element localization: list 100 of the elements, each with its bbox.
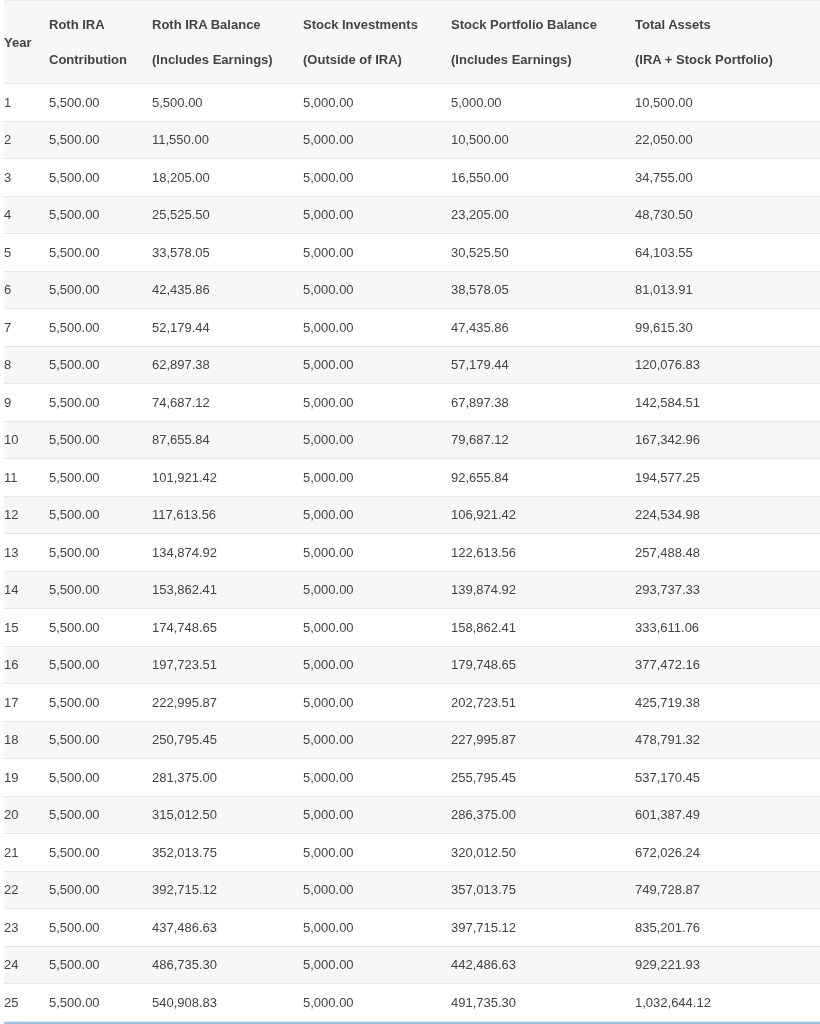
table-cell-text: 5,000.00 <box>303 694 355 710</box>
table-cell-text: 139,874.92 <box>451 582 518 598</box>
table-cell-text: 333,611.06 <box>635 619 701 635</box>
table-cell-text: 1 <box>4 94 13 110</box>
table-cell-text: 5,000.00 <box>303 619 355 635</box>
table-cell-text: 5,000.00 <box>303 919 355 935</box>
table-cell-text: 5,000.00 <box>303 507 355 523</box>
table-cell-text: 352,013.75 <box>152 844 219 860</box>
table-cell-text: 491,735.30 <box>451 994 518 1010</box>
table-cell-text: 5,500.00 <box>49 394 101 410</box>
table-cell-text: 5,500.00 <box>49 694 101 710</box>
table-cell-text: 25,525.50 <box>152 207 211 223</box>
table-cell-text: 18,205.00 <box>152 169 211 185</box>
table-cell-text: 10,500.00 <box>635 94 694 110</box>
table-cell-text: 286,375.00 <box>451 807 518 823</box>
table-cell-text: 5,500.00 <box>49 432 101 448</box>
table-cell-text: 57,179.44 <box>451 357 510 373</box>
table-cell-text: 5,000.00 <box>303 544 355 560</box>
table-cell-text: 486,735.30 <box>152 957 219 973</box>
table-cell-text: 250,795.45 <box>152 732 219 748</box>
table-cell-text: 62,897.38 <box>152 357 211 373</box>
table-cell-text: 122,613.56 <box>451 544 518 560</box>
table-cell-text: 87,655.84 <box>152 432 211 448</box>
table-cell-text: 5,500.00 <box>49 769 101 785</box>
table-cell-text: 21 <box>4 844 20 860</box>
table-cell-text: 25 <box>4 994 20 1010</box>
column-header: Roth IRA Contribution <box>49 16 128 69</box>
table-cell-text: 540,908.83 <box>152 994 219 1010</box>
table-cell-text: 12 <box>4 507 20 523</box>
table-cell-text: 397,715.12 <box>451 919 518 935</box>
table-cell-text: 24 <box>4 957 20 973</box>
table-cell-text: 5,500.00 <box>49 507 101 523</box>
table-cell-text: 320,012.50 <box>451 844 518 860</box>
table-cell-text: 5,500.00 <box>49 319 101 335</box>
table-cell-text: 257,488.48 <box>635 544 702 560</box>
table-cell-text: 134,874.92 <box>152 544 219 560</box>
table-cell-text: 48,730.50 <box>635 207 694 223</box>
table-cell-text: 10,500.00 <box>451 132 510 148</box>
column-header: Stock Portfolio Balance (Includes Earnings) <box>451 16 598 69</box>
table-cell-text: 11,550.00 <box>152 132 210 148</box>
table-cell-text: 5,000.00 <box>303 244 355 260</box>
table-cell-text: 5,000.00 <box>303 957 355 973</box>
table-cell-text: 442,486.63 <box>451 957 518 973</box>
table-cell-text: 5,000.00 <box>303 769 355 785</box>
table-cell-text: 5,500.00 <box>152 94 204 110</box>
table-cell-text: 672,026.24 <box>635 844 702 860</box>
table-cell-text: 5,000.00 <box>303 432 355 448</box>
table-cell-text: 5,000.00 <box>303 469 355 485</box>
table-cell-text: 929,221.93 <box>635 957 702 973</box>
table-cell-text: 30,525.50 <box>451 244 510 260</box>
table-cell-text: 5,500.00 <box>49 282 101 298</box>
table-cell-text: 22,050.00 <box>635 132 694 148</box>
table-cell-text: 8 <box>4 357 13 373</box>
table-cell-text: 47,435.86 <box>451 319 510 335</box>
table-cell-text: 5,500.00 <box>49 994 101 1010</box>
table-cell-text: 255,795.45 <box>451 769 518 785</box>
table-cell-text: 281,375.00 <box>152 769 219 785</box>
table-cell-text: 9 <box>4 394 13 410</box>
table-cell-text: 5,000.00 <box>303 132 355 148</box>
table-cell-text: 16,550.00 <box>451 169 510 185</box>
table-cell-text: 601,387.49 <box>635 807 702 823</box>
table-cell-text: 64,103.55 <box>635 244 694 260</box>
table-cell-text: 120,076.83 <box>635 357 702 373</box>
table-cell-text: 101,921.42 <box>152 469 219 485</box>
table-cell-text: 142,584.51 <box>635 394 702 410</box>
table-cell-text: 5,500.00 <box>49 94 101 110</box>
table-cell-text: 5,500.00 <box>49 882 101 898</box>
table-cell-text: 19 <box>4 769 20 785</box>
table-cell-text: 92,655.84 <box>451 469 510 485</box>
table-cell-text: 4 <box>4 207 13 223</box>
table-cell-text: 15 <box>4 619 20 635</box>
table-cell-text: 227,995.87 <box>451 732 518 748</box>
table-cell-text: 2 <box>4 132 13 148</box>
table-cell-text: 5,500.00 <box>49 132 101 148</box>
table-cell-text: 52,179.44 <box>152 319 211 335</box>
table-cell-text: 13 <box>4 544 20 560</box>
table-cell-text: 5,500.00 <box>49 657 101 673</box>
table-cell-text: 20 <box>4 807 20 823</box>
table-cell-text: 7 <box>4 319 13 335</box>
table-cell-text: 174,748.65 <box>152 619 219 635</box>
table-cell-text: 5,500.00 <box>49 469 101 485</box>
table-cell-text: 5,000.00 <box>303 994 355 1010</box>
table-cell-text: 5,500.00 <box>49 244 101 260</box>
table-cell-text: 5,000.00 <box>303 882 355 898</box>
table-cell-text: 5,000.00 <box>303 732 355 748</box>
table-cell-text: 5,500.00 <box>49 619 101 635</box>
table-cell-text: 23 <box>4 919 20 935</box>
table-cell-text: 5,000.00 <box>303 582 355 598</box>
table-cell-text: 67,897.38 <box>451 394 510 410</box>
table-cell-text: 33,578.05 <box>152 244 211 260</box>
table-cell-text: 222,995.87 <box>152 694 219 710</box>
table-cell-text: 42,435.86 <box>152 282 211 298</box>
table-cell-text: 81,013.91 <box>635 282 694 298</box>
table-cell-text: 5,500.00 <box>49 919 101 935</box>
table-cell-text: 23,205.00 <box>451 207 510 223</box>
table-cell-text: 5,000.00 <box>303 657 355 673</box>
column-header: Year <box>4 33 33 52</box>
table-cell-text: 3 <box>4 169 13 185</box>
table-cell-text: 5,000.00 <box>451 94 503 110</box>
table-cell-text: 5,000.00 <box>303 282 355 298</box>
